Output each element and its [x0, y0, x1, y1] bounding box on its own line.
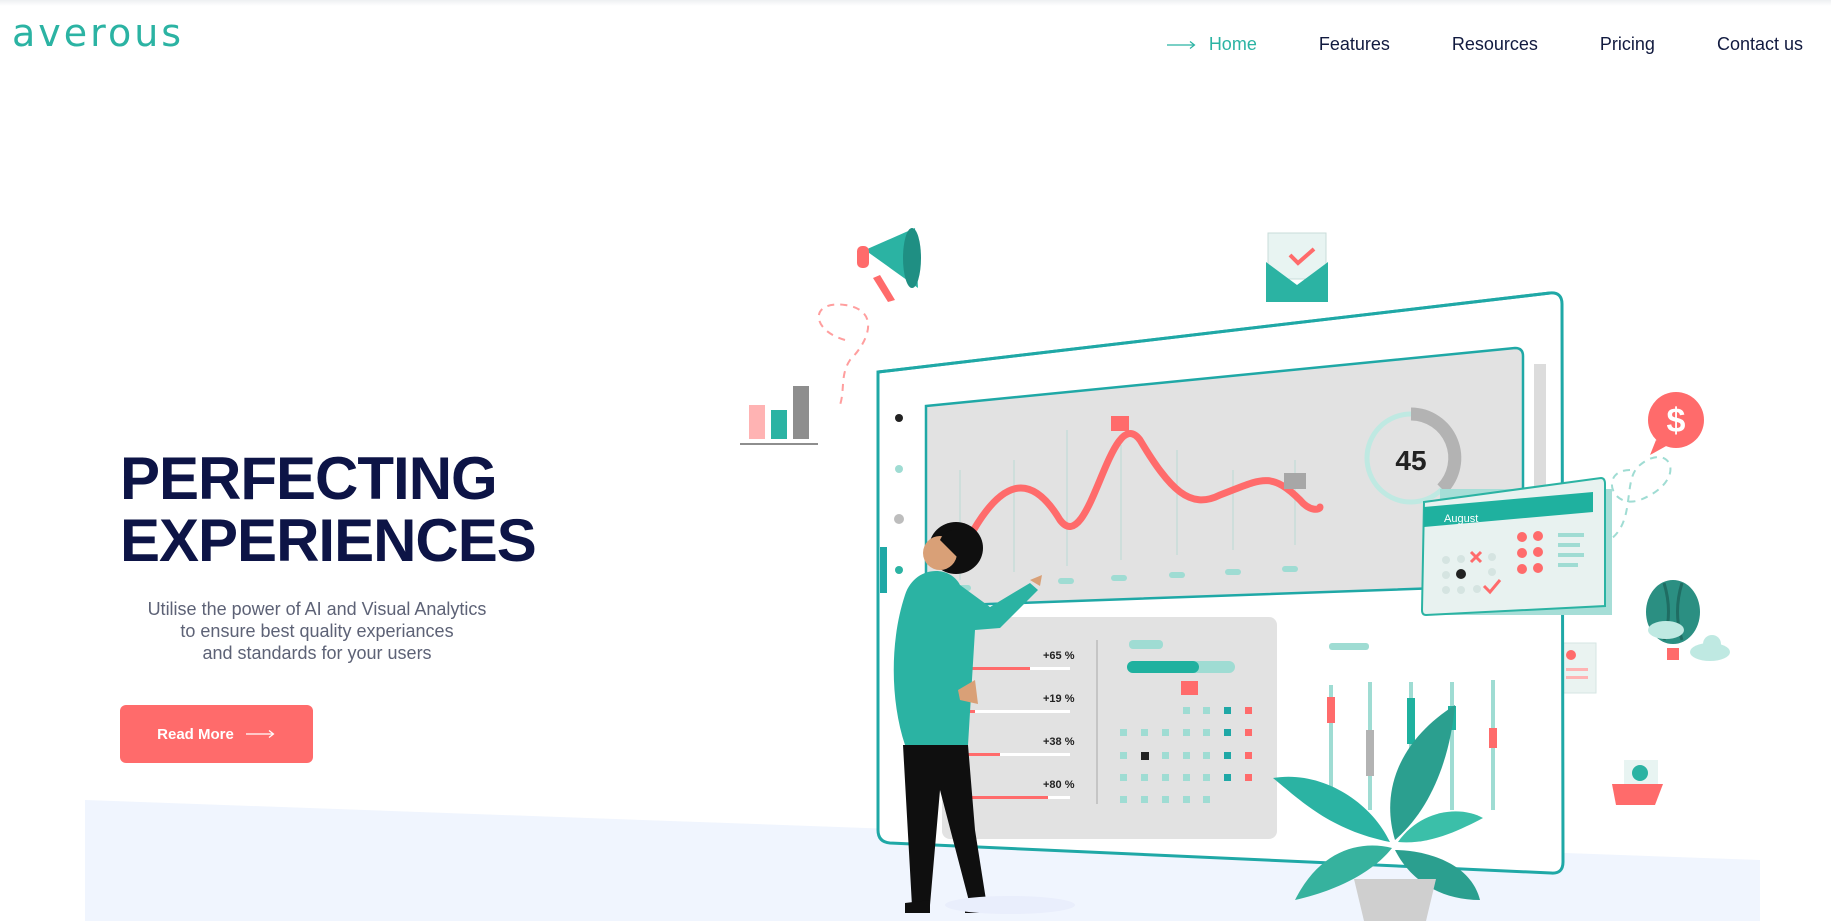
- stat-label: +38 %: [1043, 736, 1075, 748]
- arrow-right-icon: [1166, 40, 1196, 49]
- hero-subtitle-line-1: Utilise the power of AI and Visual Analy…: [147, 599, 487, 619]
- nav-label-pricing: Pricing: [1599, 34, 1655, 54]
- arrow-right-icon: [245, 730, 275, 738]
- hero-title-line-1: PERFECTING: [120, 445, 498, 512]
- hero-subtitle: Utilise the power of AI and Visual Analy…: [110, 598, 524, 664]
- pie-card-icon: [1612, 760, 1663, 805]
- main-nav: Home Features Resources Pricing Contact …: [1166, 34, 1803, 55]
- nav-item-features[interactable]: Features: [1319, 34, 1390, 55]
- nav-label-contact: Contact us: [1716, 34, 1803, 54]
- nav-label-resources: Resources: [1451, 34, 1538, 54]
- hero-subtitle-line-3: and standards for your users: [202, 643, 432, 663]
- page: averous Home Features Resources Pricing …: [0, 0, 1831, 921]
- envelope-icon: [1266, 232, 1328, 302]
- megaphone-icon: [857, 228, 921, 302]
- nav-item-home[interactable]: Home: [1166, 34, 1257, 55]
- dashed-path: [817, 303, 870, 406]
- nav-label-home: Home: [1208, 34, 1257, 54]
- dashboard-illustration: $ 45 August +65 % +19 % +38 % +80 %: [740, 228, 1730, 921]
- read-more-button[interactable]: Read More: [120, 705, 313, 763]
- gauge-value: 45: [1395, 445, 1426, 476]
- nav-item-pricing[interactable]: Pricing: [1600, 34, 1655, 55]
- hero-title-line-2: EXPERIENCES: [120, 507, 537, 574]
- hero-subtitle-line-2: to ensure best quality experiances: [180, 621, 454, 641]
- stat-label: +19 %: [1043, 693, 1075, 705]
- header-shadow: [0, 0, 1831, 6]
- svg-text:$: $: [1667, 402, 1686, 440]
- nav-item-contact[interactable]: Contact us: [1717, 34, 1803, 55]
- bar-chart-icon: [740, 386, 818, 445]
- stats-panel: [942, 617, 1277, 839]
- stat-label: +65 %: [1043, 650, 1075, 662]
- dollar-icon: $: [1648, 392, 1704, 455]
- calendar-widget: August: [1420, 476, 1612, 617]
- balloon-icon: [1646, 580, 1700, 660]
- nav-item-resources[interactable]: Resources: [1452, 34, 1538, 55]
- nav-label-features: Features: [1318, 34, 1390, 54]
- stat-label: +80 %: [1043, 779, 1075, 791]
- read-more-label: Read More: [157, 725, 234, 743]
- brand-logo[interactable]: averous: [12, 14, 184, 52]
- calendar-month: August: [1444, 513, 1478, 525]
- hero-title: PERFECTING EXPERIENCES: [120, 445, 537, 574]
